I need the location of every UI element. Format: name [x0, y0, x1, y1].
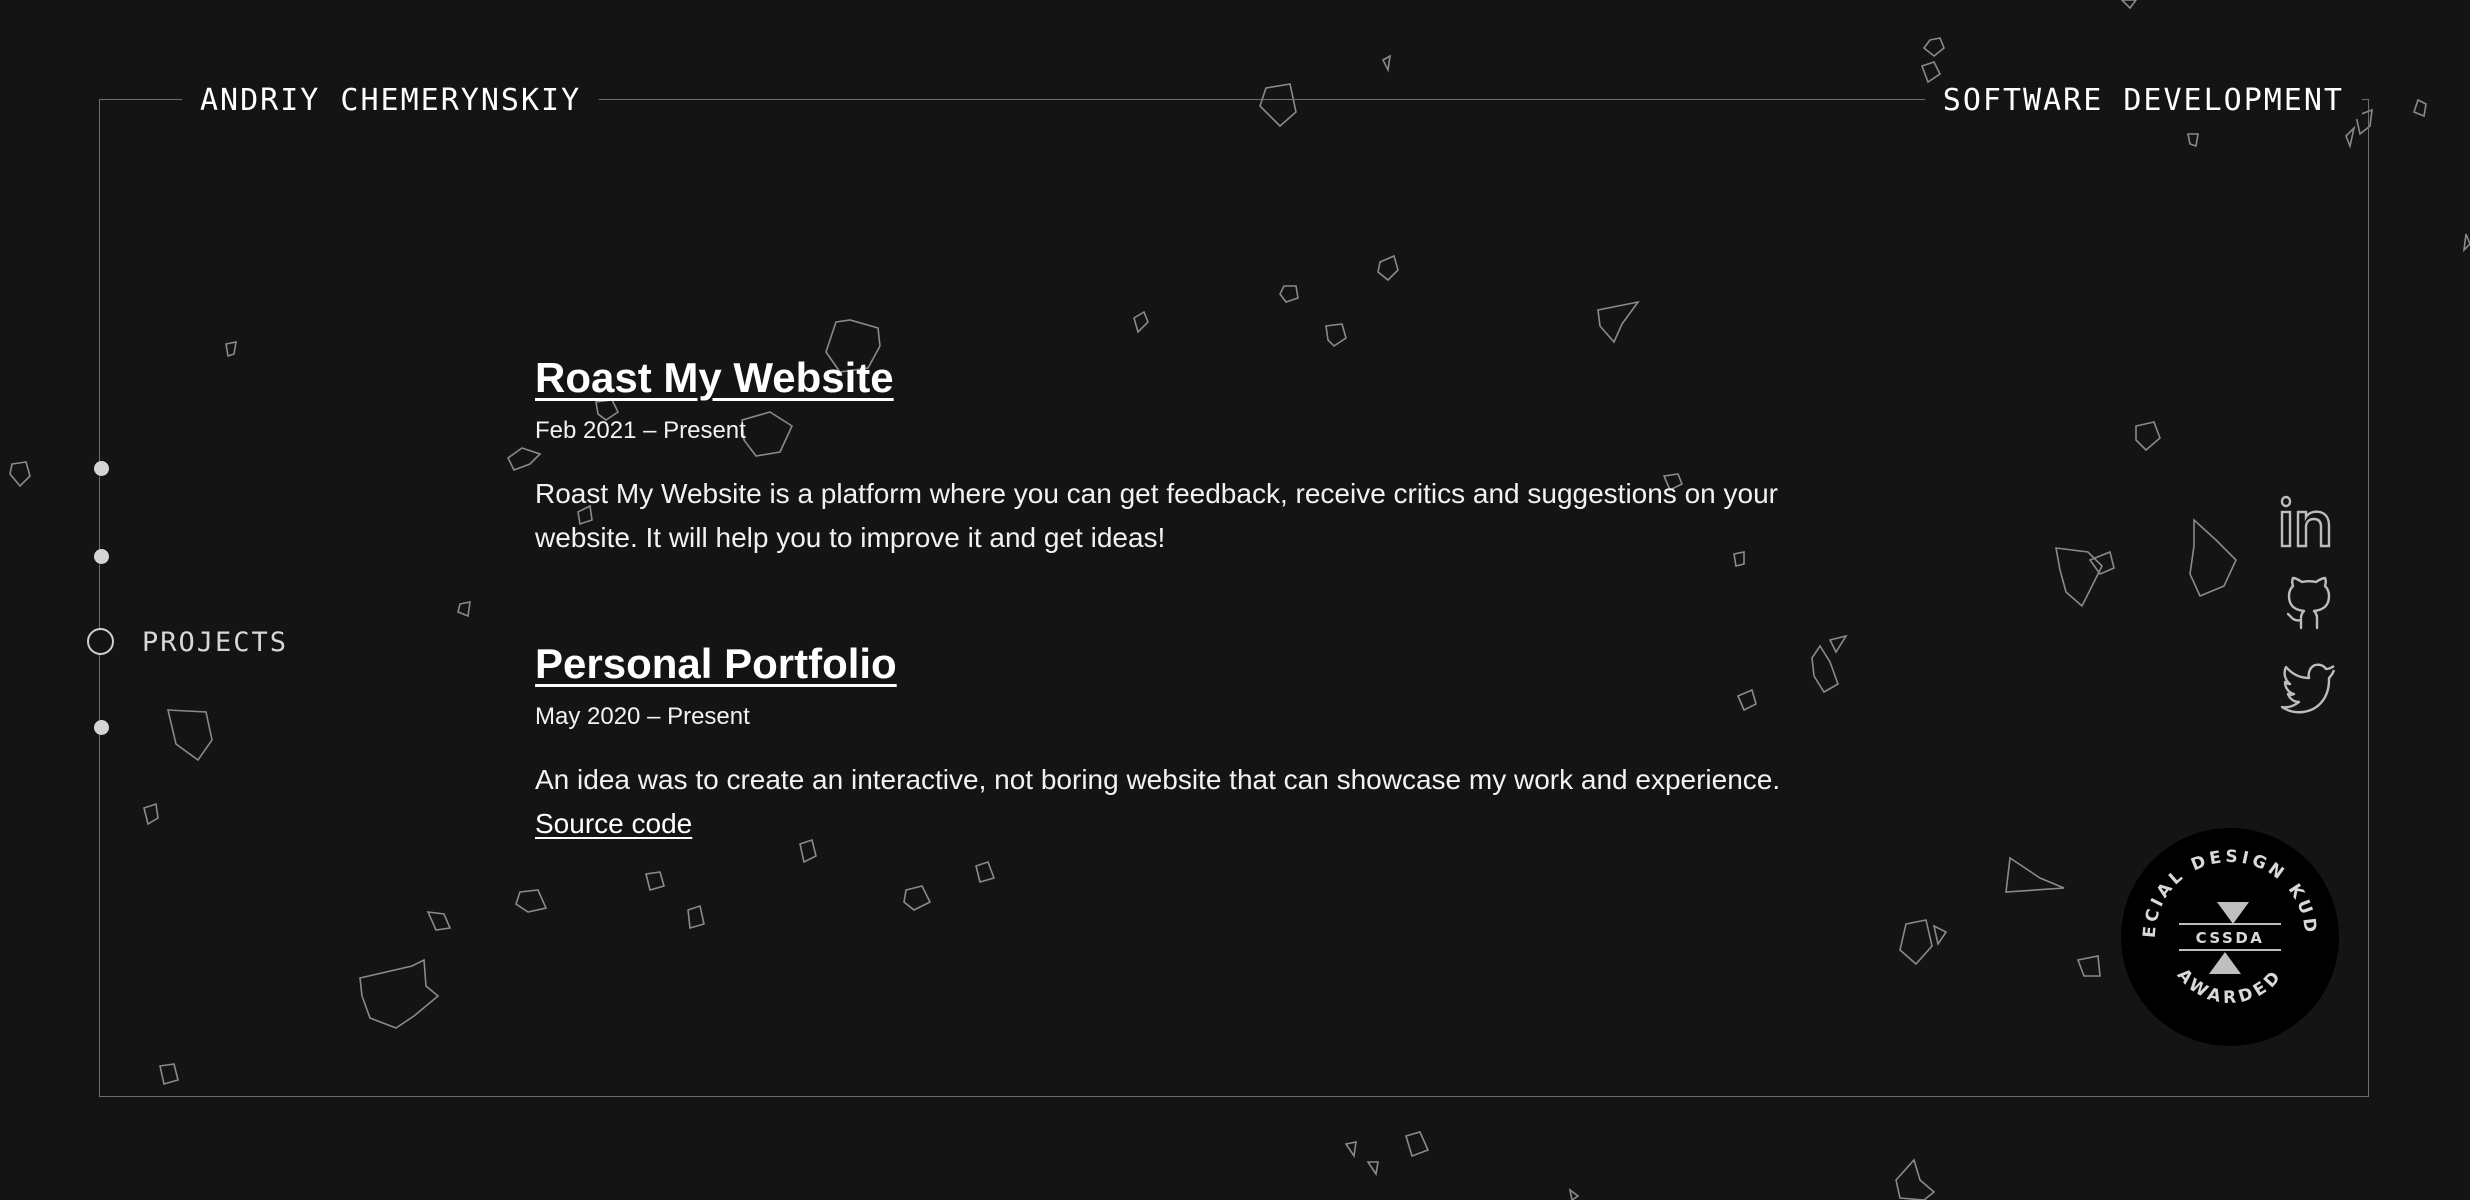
project-date: May 2020 – Present	[535, 703, 750, 730]
section-nav-dot[interactable]	[94, 720, 109, 735]
project-description: An idea was to create an interactive, no…	[535, 758, 1855, 846]
project-description-text: An idea was to create an interactive, no…	[535, 764, 1781, 795]
project-item: Roast My Website Feb 2021 – Present Roas…	[535, 352, 1875, 560]
content-frame	[99, 99, 2369, 1097]
section-nav-dot[interactable]	[94, 461, 109, 476]
twitter-icon	[2280, 663, 2336, 714]
section-nav-dot[interactable]	[94, 549, 109, 564]
twitter-link[interactable]	[2279, 658, 2339, 714]
project-description: Roast My Website is a platform where you…	[535, 478, 1778, 553]
source-code-link[interactable]: Source code	[535, 808, 692, 839]
github-icon	[2286, 576, 2331, 630]
github-link[interactable]	[2279, 576, 2339, 632]
badge-brand: CSSDA	[2196, 929, 2265, 947]
cssda-award-badge[interactable]: SPECIAL DESIGN KUDOS AWARDED CSSDA	[2112, 813, 2339, 1046]
project-title[interactable]: Personal Portfolio	[535, 638, 897, 690]
role-title: SOFTWARE DEVELOPMENT	[1924, 83, 2362, 119]
svg-text:SPECIAL DESIGN KUDOS: SPECIAL DESIGN KUDOS	[2121, 828, 2320, 939]
project-date: Feb 2021 – Present	[535, 417, 746, 444]
section-nav-dot-active[interactable]	[87, 628, 114, 655]
section-nav-label[interactable]: PROJECTS	[142, 627, 288, 659]
linkedin-icon	[2280, 495, 2331, 548]
badge-top-text: SPECIAL DESIGN KUDOS	[2112, 813, 2317, 939]
author-name[interactable]: ANDRIY CHEMERYNSKIY	[182, 83, 600, 119]
project-title[interactable]: Roast My Website	[535, 352, 894, 404]
project-item: Personal Portfolio May 2020 – Present An…	[535, 638, 1875, 846]
linkedin-link[interactable]	[2279, 494, 2339, 550]
